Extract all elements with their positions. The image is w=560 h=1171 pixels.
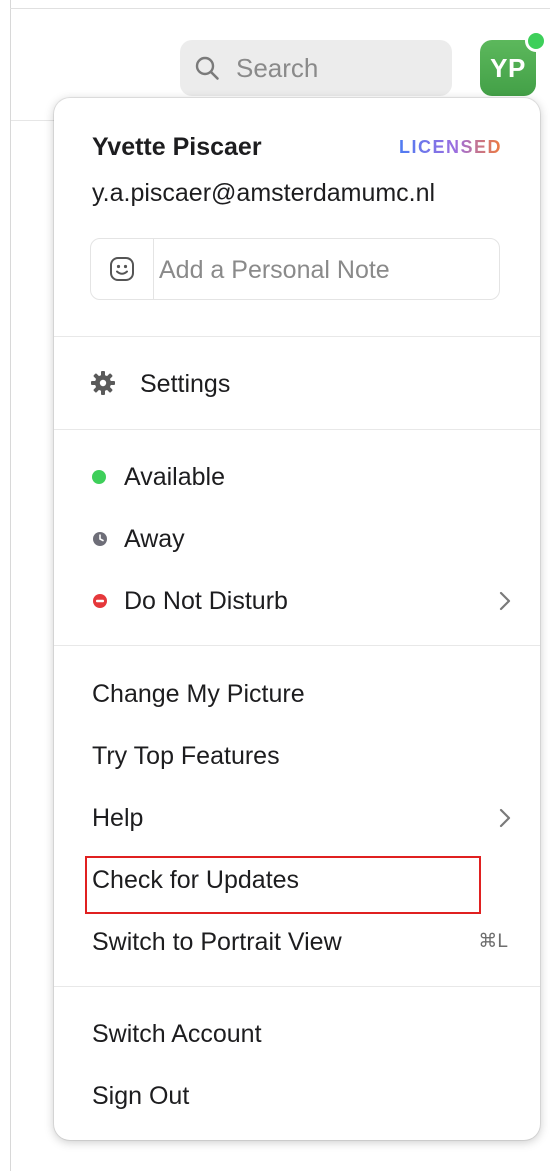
status-label: Available <box>124 463 226 491</box>
menu-divider <box>54 645 540 646</box>
menu-divider <box>54 429 540 430</box>
license-badge: LICENSED <box>398 137 502 157</box>
window-top-edge <box>10 8 550 9</box>
search-label: Search <box>236 53 319 83</box>
settings-label: Settings <box>140 370 231 398</box>
user-email: y.a.piscaer@amsterdamumc.nl <box>92 179 436 207</box>
try-top-features-item[interactable]: Try Top Features <box>92 734 512 778</box>
smiley-icon <box>110 257 134 281</box>
available-status-icon <box>92 470 106 484</box>
chevron-right-icon <box>499 808 511 828</box>
menu-item-label: Try Top Features <box>92 742 280 770</box>
search-box[interactable]: Search <box>180 40 452 96</box>
user-name: Yvette Piscaer <box>92 133 262 161</box>
change-picture-item[interactable]: Change My Picture <box>92 672 512 716</box>
help-item[interactable]: Help <box>92 796 512 840</box>
menu-item-label: Change My Picture <box>92 680 305 708</box>
status-away-item[interactable]: Away <box>92 517 512 561</box>
highlight-annotation <box>85 856 481 914</box>
menu-divider <box>54 336 540 337</box>
do-not-disturb-icon <box>93 594 107 608</box>
keyboard-shortcut: ⌘L <box>478 931 508 952</box>
status-label: Away <box>124 525 185 553</box>
menu-item-label: Switch Account <box>92 1020 262 1048</box>
personal-note-field[interactable]: Add a Personal Note <box>90 238 500 300</box>
menu-item-label: Switch to Portrait View <box>92 928 342 956</box>
menu-divider <box>54 986 540 987</box>
status-dnd-item[interactable]: Do Not Disturb <box>92 579 512 623</box>
personal-note-placeholder: Add a Personal Note <box>159 256 390 284</box>
away-clock-icon <box>93 532 107 546</box>
menu-item-label: Help <box>92 804 144 832</box>
sign-out-item[interactable]: Sign Out <box>92 1074 512 1118</box>
window-edge <box>10 0 11 1171</box>
profile-menu: Yvette Piscaer LICENSED y.a.piscaer@amst… <box>54 98 540 1140</box>
avatar-status-dot <box>525 30 547 52</box>
toolbar-divider <box>11 120 59 121</box>
emoji-button[interactable] <box>91 239 154 299</box>
portrait-view-item[interactable]: Switch to Portrait View ⌘L <box>92 920 512 964</box>
search-icon <box>195 56 219 80</box>
menu-item-label: Sign Out <box>92 1082 190 1110</box>
switch-account-item[interactable]: Switch Account <box>92 1012 512 1056</box>
status-available-item[interactable]: Available <box>92 455 512 499</box>
chevron-right-icon <box>499 591 511 611</box>
status-label: Do Not Disturb <box>124 587 288 615</box>
settings-menu-item[interactable]: Settings <box>91 362 512 406</box>
gear-icon <box>91 371 115 395</box>
